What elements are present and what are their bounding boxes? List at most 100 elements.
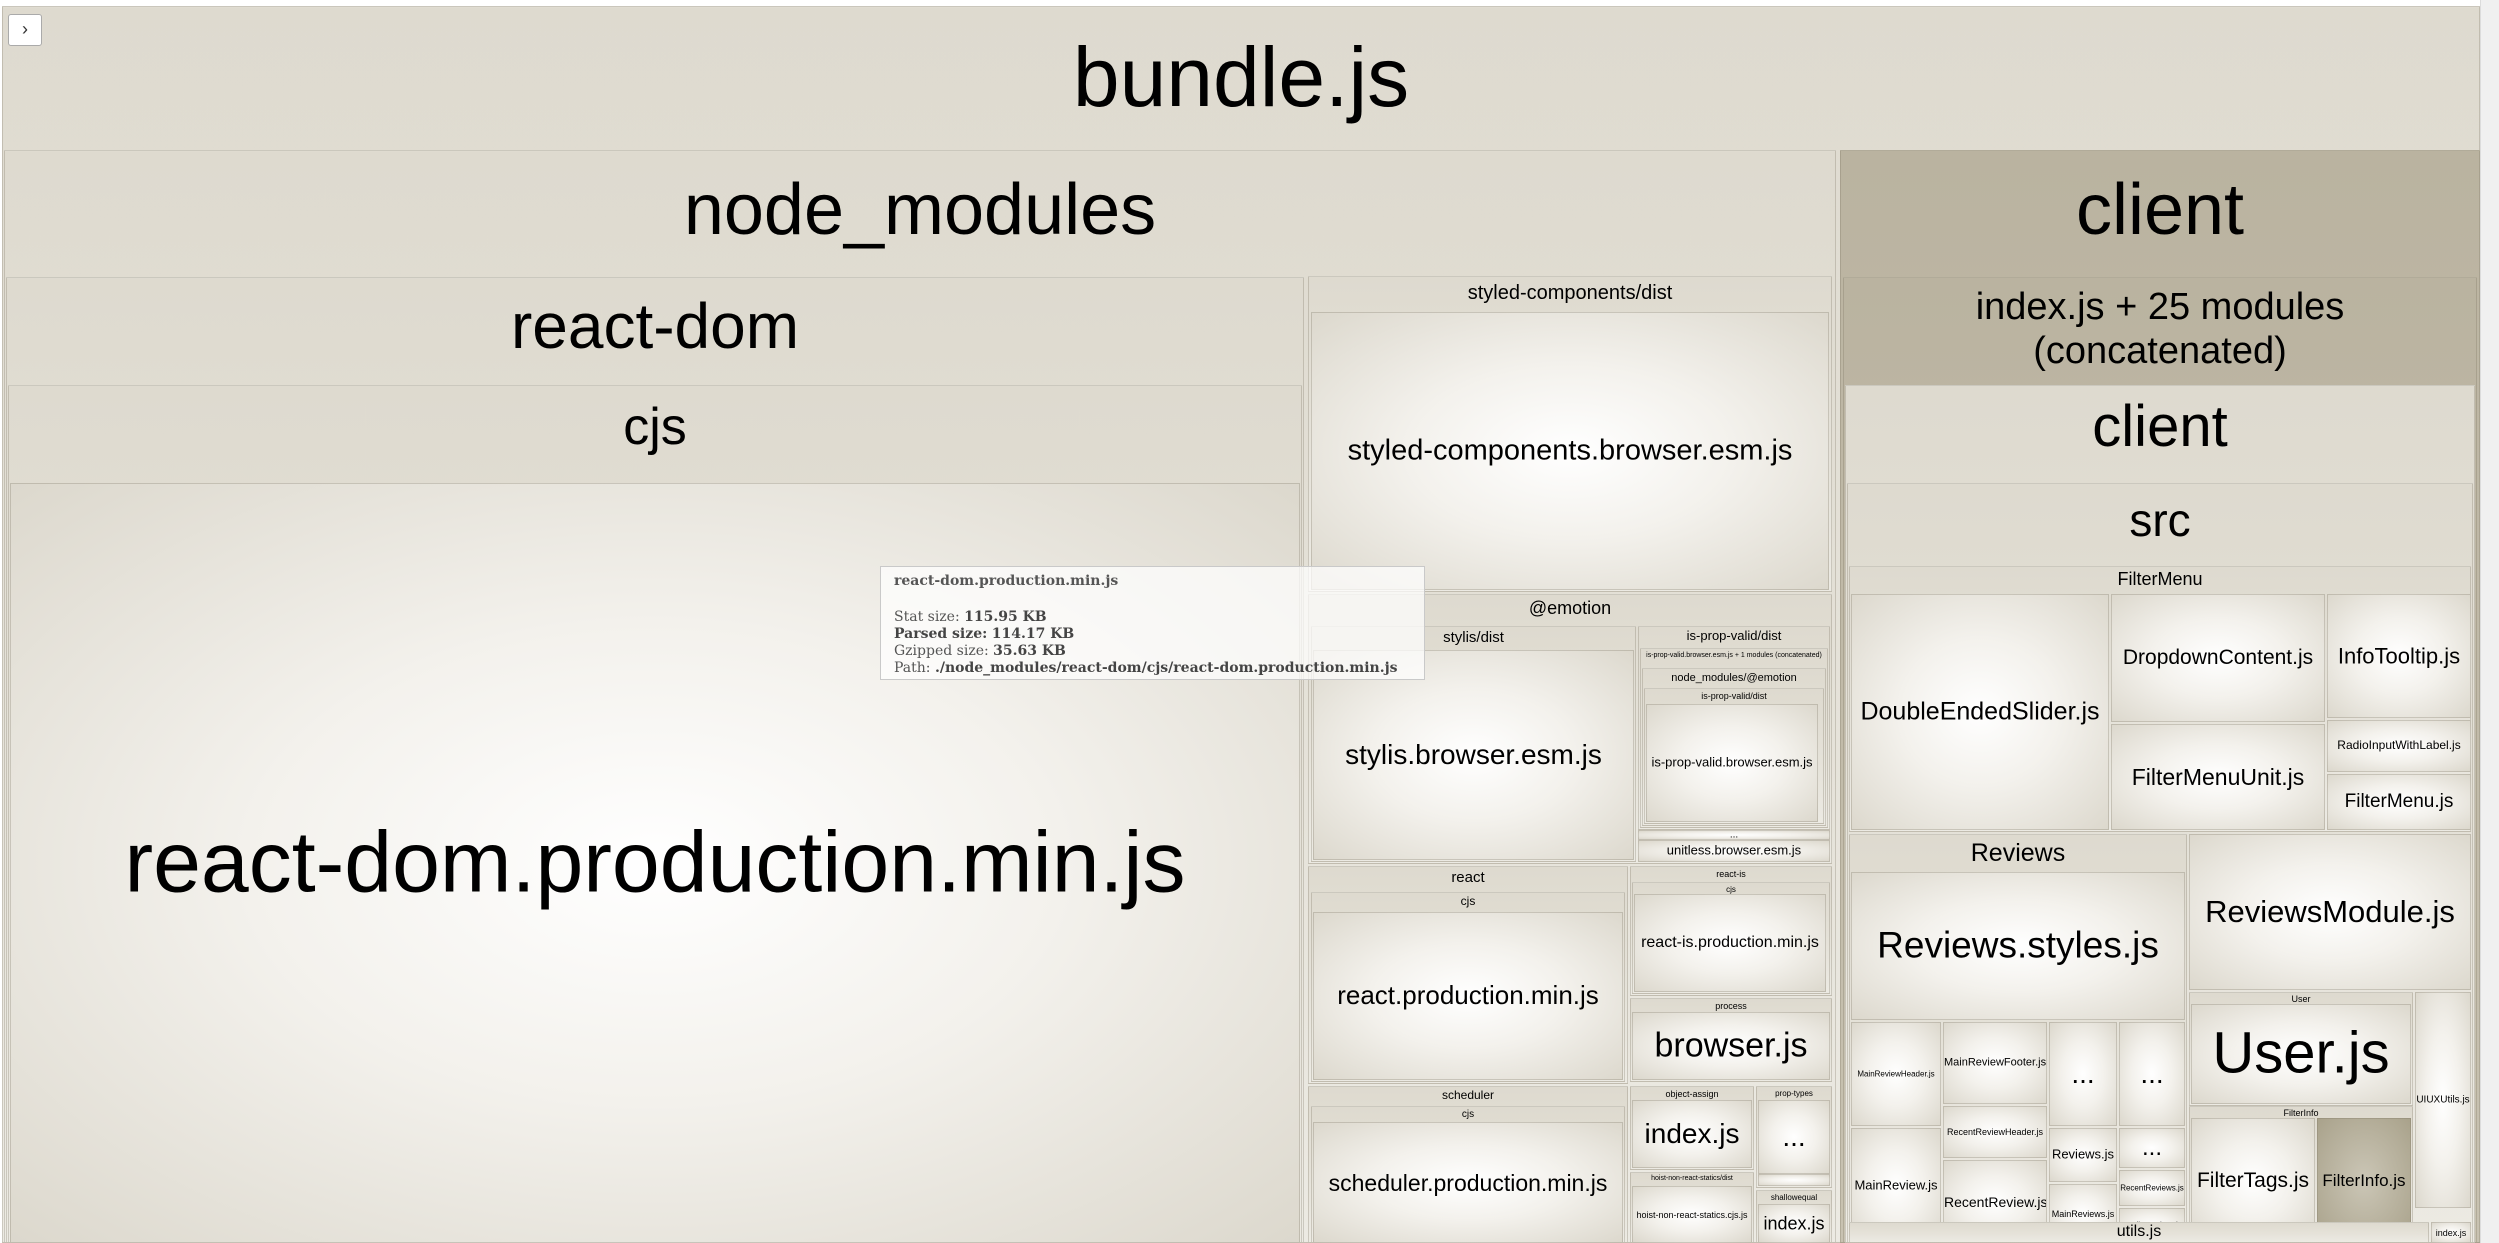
tile-utils-js[interactable]: utils.js [1849, 1222, 2429, 1243]
tile-label: FilterInfo.js [2322, 1170, 2406, 1190]
tile-label: RecentReviews.js [2120, 1183, 2184, 1193]
parsed-size-value: 114.17 KB [991, 626, 1075, 642]
tooltip-gzip-size: Gzipped size: 35.63 KB [894, 643, 1411, 660]
tile-label: node_modules/@emotion [1671, 672, 1797, 684]
tile-label: Reviews.styles.js [1877, 924, 2159, 966]
tile-unitless-browser[interactable]: unitless.browser.esm.js [1638, 840, 1830, 862]
tile-label: object-assign [1665, 1089, 1719, 1099]
parsed-size-label: Parsed size: [894, 626, 988, 642]
tile-filter-menu-unit[interactable]: FilterMenuUnit.js [2111, 724, 2325, 830]
tile-label: is-prop-valid.browser.esm.js [1651, 754, 1813, 770]
tile-label: index.js [1644, 1117, 1740, 1149]
tile-info-tooltip[interactable]: InfoTooltip.js [2327, 594, 2471, 718]
tile-label: react.production.min.js [1337, 980, 1599, 1011]
tile-recent-reviews[interactable]: RecentReviews.js [2119, 1170, 2185, 1206]
tile-main-review-header[interactable]: MainReviewHeader.js [1851, 1022, 1941, 1126]
tile-label: Reviews [1970, 839, 2066, 867]
tile-react-is-production[interactable]: react-is.production.min.js [1634, 894, 1826, 992]
tile-label: DoubleEndedSlider.js [1860, 697, 2100, 726]
tile-reviews-styles[interactable]: Reviews.styles.js [1851, 872, 2185, 1020]
tile-styled-components-browser[interactable]: styled-components.browser.esm.js [1311, 312, 1829, 590]
tile-label: MainReviewHeader.js [1857, 1069, 1935, 1079]
tile-label: react-is.production.min.js [1641, 933, 1819, 951]
tile-shallowequal-index[interactable]: index.js [1758, 1204, 1830, 1243]
tile-label: RadioInputWithLabel.js [2337, 738, 2461, 753]
vertical-scrollbar[interactable] [2480, 0, 2499, 1243]
tile-label: RecentReview.js [1944, 1193, 2047, 1210]
gzip-size-value: 35.63 KB [993, 643, 1066, 659]
tile-is-prop-valid-more[interactable]: ... [1638, 830, 1830, 840]
tile-dropdown-content[interactable]: DropdownContent.js [2111, 594, 2325, 722]
tooltip-parsed-size: Parsed size: 114.17 KB [894, 626, 1411, 643]
tile-label: ... [1782, 1120, 1806, 1152]
tile-reviews-more-1[interactable]: ... [2049, 1022, 2117, 1126]
tile-label: shallowequal [1770, 1193, 1818, 1202]
chevron-right-icon: › [22, 19, 28, 39]
tile-reviews-more-3[interactable]: ... [2119, 1128, 2185, 1168]
tile-recent-review-header[interactable]: RecentReviewHeader.js [1943, 1106, 2047, 1158]
tile-main-review-footer[interactable]: MainReviewFooter.js [1943, 1022, 2047, 1104]
tile-double-ended-slider[interactable]: DoubleEndedSlider.js [1851, 594, 2109, 830]
tile-reviews-more-2[interactable]: ... [2119, 1022, 2185, 1126]
tile-client-index-small[interactable]: index.js [2431, 1222, 2471, 1243]
tile-label: ... [2141, 1134, 2162, 1162]
tile-label: FilterMenuUnit.js [2131, 763, 2305, 790]
tile-label: FilterMenu [2117, 569, 2203, 589]
tile-label: node_modules [683, 170, 1157, 250]
tile-prop-types-more[interactable]: ... [1758, 1100, 1830, 1174]
tile-label: FilterMenu.js [2344, 791, 2454, 813]
tile-reviews-module[interactable]: ReviewsModule.js [2189, 834, 2471, 990]
tile-label: cjs [623, 398, 687, 456]
tile-label: prop-types [1775, 1089, 1813, 1098]
tile-label: Reviews.js [2051, 1146, 2115, 1162]
tile-label: bundle.js [1072, 30, 1410, 124]
tile-label: ... [1729, 830, 1739, 840]
tile-label: react-dom [510, 290, 800, 362]
tile-label: scheduler [1441, 1088, 1495, 1102]
tile-label: User [2291, 994, 2311, 1004]
tile-label: cjs [1461, 1109, 1475, 1120]
tooltip-stat-size: Stat size: 115.95 KB [894, 609, 1411, 626]
tile-label: hoist-non-react-statics/dist [1651, 1175, 1733, 1182]
tooltip-path: Path: ./node_modules/react-dom/cjs/react… [894, 660, 1411, 677]
tile-label: browser.js [1654, 1026, 1808, 1065]
tile-radio-input-with-label[interactable]: RadioInputWithLabel.js [2327, 720, 2471, 772]
tile-label: ReviewsModule.js [2205, 894, 2455, 930]
tile-is-prop-valid-browser[interactable]: is-prop-valid.browser.esm.js [1646, 704, 1818, 822]
tile-hoist-non-react-statics-cjs[interactable]: hoist-non-react-statics.cjs.js [1632, 1186, 1752, 1243]
module-tooltip: react-dom.production.min.js Stat size: 1… [880, 566, 1425, 680]
tile-label: hoist-non-react-statics.cjs.js [1636, 1209, 1748, 1220]
tile-label: UIUXUtils.js [2416, 1094, 2470, 1106]
tile-label: unitless.browser.esm.js [1666, 842, 1802, 858]
tile-prop-types-small[interactable] [1758, 1174, 1830, 1186]
tile-stylis-browser[interactable]: stylis.browser.esm.js [1313, 650, 1634, 860]
tile-label: MainReviewFooter.js [1944, 1056, 2047, 1069]
tile-process-browser[interactable]: browser.js [1632, 1012, 1830, 1080]
tile-label: MainReview.js [1854, 1177, 1938, 1193]
tile-label: ... [2140, 1057, 2164, 1089]
path-value: ./node_modules/react-dom/cjs/react-dom.p… [934, 660, 1398, 676]
tile-filter-menu-js[interactable]: FilterMenu.js [2327, 774, 2471, 830]
tile-label: is-prop-valid/dist [1701, 691, 1767, 701]
tile-label: react [1451, 869, 1485, 886]
tile-label: styled-components.browser.esm.js [1347, 434, 1793, 467]
path-label: Path: [894, 660, 931, 676]
tile-label: cjs [1460, 894, 1476, 908]
tile-label: react-dom.production.min.js [124, 814, 1186, 911]
tile-label: client [2075, 170, 2245, 250]
gzip-size-label: Gzipped size: [894, 643, 989, 659]
tile-label: User.js [2212, 1020, 2390, 1086]
tile-react-production[interactable]: react.production.min.js [1313, 912, 1623, 1080]
tile-label: InfoTooltip.js [2337, 643, 2461, 669]
tile-label: FilterInfo [2283, 1108, 2319, 1118]
tile-user-js[interactable]: User.js [2191, 1004, 2411, 1104]
tile-scheduler-production[interactable]: scheduler.production.min.js [1313, 1122, 1623, 1243]
tile-object-assign-index[interactable]: index.js [1632, 1100, 1752, 1168]
tile-label: react-is [1716, 869, 1746, 879]
tile-label: index.js + 25 modules (concatenated) [1975, 286, 2345, 372]
tile-uiux-utils[interactable]: UIUXUtils.js [2415, 992, 2471, 1208]
tile-reviews-js[interactable]: Reviews.js [2049, 1128, 2117, 1182]
tile-label: is-prop-valid.browser.esm.js + 1 modules… [1646, 652, 1822, 659]
stat-size-value: 115.95 KB [964, 609, 1047, 625]
sidebar-toggle-button[interactable]: › [8, 14, 42, 46]
